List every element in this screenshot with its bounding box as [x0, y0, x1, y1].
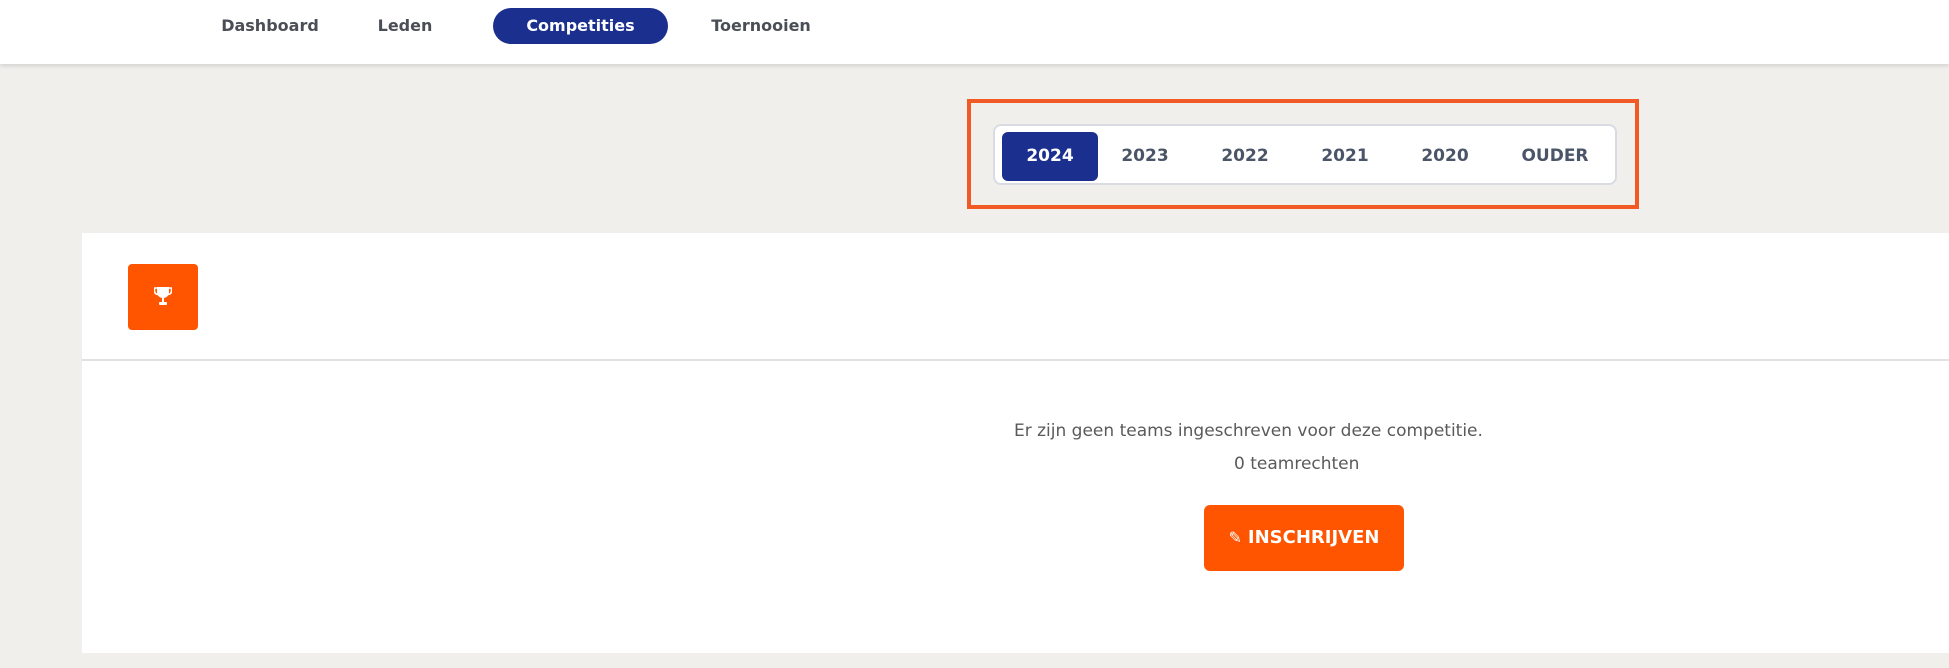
pencil-icon: ✎ [1228, 528, 1242, 547]
top-nav-bar: Dashboard Leden Competities Toernooien [0, 0, 1949, 64]
nav-leden[interactable]: Leden [370, 8, 440, 44]
empty-message: Er zijn geen teams ingeschreven voor dez… [1014, 421, 1483, 441]
year-2024-button[interactable]: 2024 [1002, 132, 1098, 181]
year-2023-button[interactable]: 2023 [1105, 132, 1185, 181]
register-button-label: INSCHRIJVEN [1247, 527, 1380, 548]
year-2021-button[interactable]: 2021 [1305, 132, 1385, 181]
nav-dashboard[interactable]: Dashboard [210, 8, 330, 44]
nav-competities[interactable]: Competities [493, 8, 668, 44]
card-header [82, 233, 1949, 361]
team-rights-count: 0 teamrechten [1234, 454, 1360, 474]
year-older-button[interactable]: OUDER [1505, 132, 1605, 181]
year-selector: 2024 2023 2022 2021 2020 OUDER [993, 124, 1617, 185]
trophy-badge [128, 264, 198, 330]
register-button[interactable]: ✎ INSCHRIJVEN [1204, 505, 1404, 571]
year-2022-button[interactable]: 2022 [1205, 132, 1285, 181]
competition-card: Er zijn geen teams ingeschreven voor dez… [82, 233, 1949, 653]
year-2020-button[interactable]: 2020 [1405, 132, 1485, 181]
nav-toernooien[interactable]: Toernooien [696, 8, 826, 44]
